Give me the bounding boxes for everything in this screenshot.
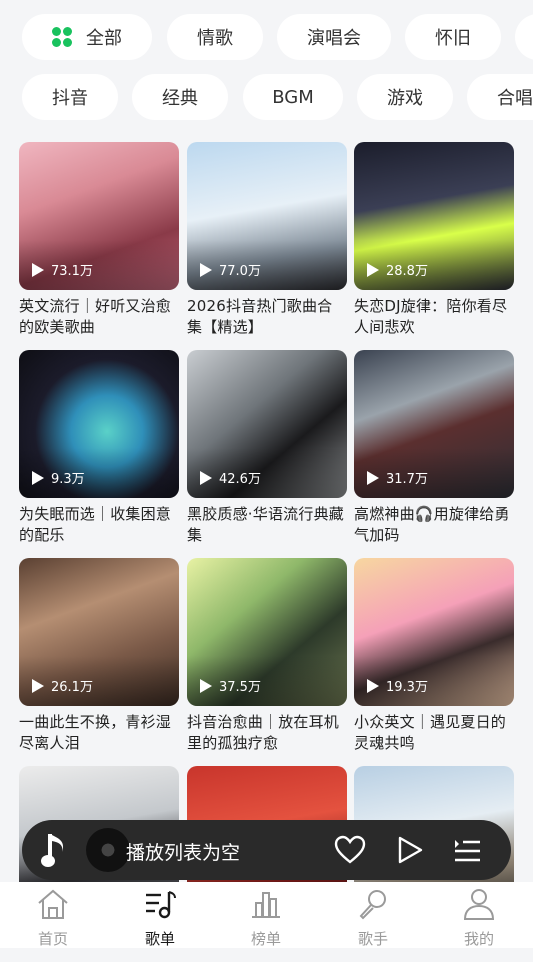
play-count: 26.1万 xyxy=(31,676,93,695)
player-status: 播放列表为空 xyxy=(126,842,241,864)
playlist-cover[interactable]: 77.0万 xyxy=(187,142,347,290)
nav-charts[interactable]: 榜单 xyxy=(231,888,301,949)
playlist-title[interactable]: 英文流行｜好听又治愈的欧美歌曲 xyxy=(19,296,179,338)
playlist-title[interactable]: 为失眠而选｜收集困意的配乐 xyxy=(19,504,179,546)
playlist-icon xyxy=(143,891,177,924)
play-count: 9.3万 xyxy=(31,468,85,487)
clover-icon xyxy=(52,27,72,47)
play-count-value: 37.5万 xyxy=(219,680,261,695)
play-count: 28.8万 xyxy=(366,260,428,279)
playlist-cover[interactable]: 42.6万 xyxy=(187,350,347,498)
play-count: 42.6万 xyxy=(199,468,261,487)
playlist-card[interactable]: 19.3万小众英文｜遇见夏日的灵魂共鸣 xyxy=(354,558,514,754)
chip-label: 情歌 xyxy=(197,28,233,49)
nav-playlists[interactable]: 歌单 xyxy=(125,888,195,949)
chip-label: 经典 xyxy=(162,88,198,109)
nav-label: 我的 xyxy=(463,930,494,948)
chip-nostalgia[interactable]: 怀旧 xyxy=(405,14,501,60)
chip-label: 怀旧 xyxy=(435,28,471,49)
chip-label: 游戏 xyxy=(387,88,423,109)
mini-player[interactable]: 播放列表为空 xyxy=(22,820,511,880)
play-count-icon xyxy=(32,470,44,485)
music-note-icon xyxy=(40,832,70,874)
play-count-value: 9.3万 xyxy=(51,472,85,487)
play-icon[interactable] xyxy=(396,835,424,869)
playlist-cover[interactable]: 26.1万 xyxy=(19,558,179,706)
play-count-value: 19.3万 xyxy=(386,680,428,695)
chip-all[interactable]: 全部 xyxy=(22,14,152,60)
play-count-icon xyxy=(32,678,44,693)
playlist-title[interactable]: 小众英文｜遇见夏日的灵魂共鸣 xyxy=(354,712,514,754)
play-count-icon xyxy=(367,470,379,485)
chip-label: 演唱会 xyxy=(307,28,361,49)
chip-game[interactable]: 游戏 xyxy=(357,74,453,120)
chip-label: 全部 xyxy=(86,28,122,49)
nav-home[interactable]: 首页 xyxy=(18,888,88,949)
category-row-2: 抖音 经典 BGM 游戏 合唱 xyxy=(0,74,533,120)
chip-label: 合唱 xyxy=(497,88,533,109)
nav-singers[interactable]: 歌手 xyxy=(338,888,408,949)
playlist-cover[interactable]: 37.5万 xyxy=(187,558,347,706)
playlist-cover[interactable]: 19.3万 xyxy=(354,558,514,706)
play-count-icon xyxy=(200,262,212,277)
play-count: 19.3万 xyxy=(366,676,428,695)
album-disc xyxy=(86,828,130,872)
nav-label: 首页 xyxy=(37,930,68,948)
play-count-value: 31.7万 xyxy=(386,472,428,487)
playlist-card[interactable]: 37.5万抖音治愈曲｜放在耳机里的孤独疗愈 xyxy=(187,558,347,754)
playlist-title[interactable]: 2026抖音热门歌曲合集【精选】 xyxy=(187,296,347,338)
microphone-icon xyxy=(356,890,390,924)
chip-love-songs[interactable]: 情歌 xyxy=(167,14,263,60)
play-count-icon xyxy=(200,470,212,485)
playlist-card[interactable]: 28.8万失恋DJ旋律：陪你看尽人间悲欢 xyxy=(354,142,514,338)
playlist-card[interactable]: 42.6万黑胶质感·华语流行典藏集 xyxy=(187,350,347,546)
play-count-value: 73.1万 xyxy=(51,264,93,279)
play-count-value: 26.1万 xyxy=(51,680,93,695)
nav-label: 榜单 xyxy=(250,930,281,948)
playlist-cover[interactable]: 73.1万 xyxy=(19,142,179,290)
chip-douyin[interactable]: 抖音 xyxy=(22,74,118,120)
playlist-title[interactable]: 失恋DJ旋律：陪你看尽人间悲欢 xyxy=(354,296,514,338)
playlist-cover[interactable]: 9.3万 xyxy=(19,350,179,498)
playlist-cover[interactable]: 28.8万 xyxy=(354,142,514,290)
category-row-1: 全部 情歌 演唱会 怀旧 xyxy=(0,14,533,60)
playlist-title[interactable]: 黑胶质感·华语流行典藏集 xyxy=(187,504,347,546)
chip-label: 抖音 xyxy=(52,88,88,109)
playlist-card[interactable]: 73.1万英文流行｜好听又治愈的欧美歌曲 xyxy=(19,142,179,338)
bottom-nav: 首页 歌单 榜单 歌手 我的 xyxy=(0,882,533,948)
nav-label: 歌单 xyxy=(144,930,175,948)
play-count-value: 28.8万 xyxy=(386,264,428,279)
play-count: 37.5万 xyxy=(199,676,261,695)
playlist-queue-icon[interactable] xyxy=(452,835,482,869)
playlist-card[interactable]: 77.0万 2026抖音热门歌曲合集【精选】 xyxy=(187,142,347,338)
nav-profile[interactable]: 我的 xyxy=(444,888,514,949)
playlist-card[interactable]: 26.1万一曲此生不换，青衫湿尽离人泪 xyxy=(19,558,179,754)
chip-chorus[interactable]: 合唱 xyxy=(467,74,533,120)
profile-icon xyxy=(462,889,496,924)
chip-label: BGM xyxy=(272,86,314,108)
playlist-title[interactable]: 高燃神曲🎧用旋律给勇气加码 xyxy=(354,504,514,546)
play-count: 77.0万 xyxy=(199,260,261,279)
play-count-icon xyxy=(200,678,212,693)
playlist-title[interactable]: 抖音治愈曲｜放在耳机里的孤独疗愈 xyxy=(187,712,347,754)
chart-icon xyxy=(249,892,283,924)
chip-classic[interactable]: 经典 xyxy=(132,74,228,120)
playlist-card[interactable]: 9.3万为失眠而选｜收集困意的配乐 xyxy=(19,350,179,546)
play-count-icon xyxy=(32,262,44,277)
play-count: 31.7万 xyxy=(366,468,428,487)
playlist-cover[interactable]: 31.7万 xyxy=(354,350,514,498)
chip-more[interactable] xyxy=(515,14,533,60)
nav-label: 歌手 xyxy=(357,930,388,948)
playlist-title[interactable]: 一曲此生不换，青衫湿尽离人泪 xyxy=(19,712,179,754)
chip-concert[interactable]: 演唱会 xyxy=(277,14,391,60)
chip-bgm[interactable]: BGM xyxy=(243,74,343,120)
play-count-icon xyxy=(367,262,379,277)
play-count-icon xyxy=(367,678,379,693)
home-icon xyxy=(36,889,70,924)
play-count: 73.1万 xyxy=(31,260,93,279)
playlist-card[interactable]: 31.7万高燃神曲🎧用旋律给勇气加码 xyxy=(354,350,514,546)
play-count-value: 77.0万 xyxy=(219,264,261,279)
heart-icon[interactable] xyxy=(334,835,366,869)
play-count-value: 42.6万 xyxy=(219,472,261,487)
